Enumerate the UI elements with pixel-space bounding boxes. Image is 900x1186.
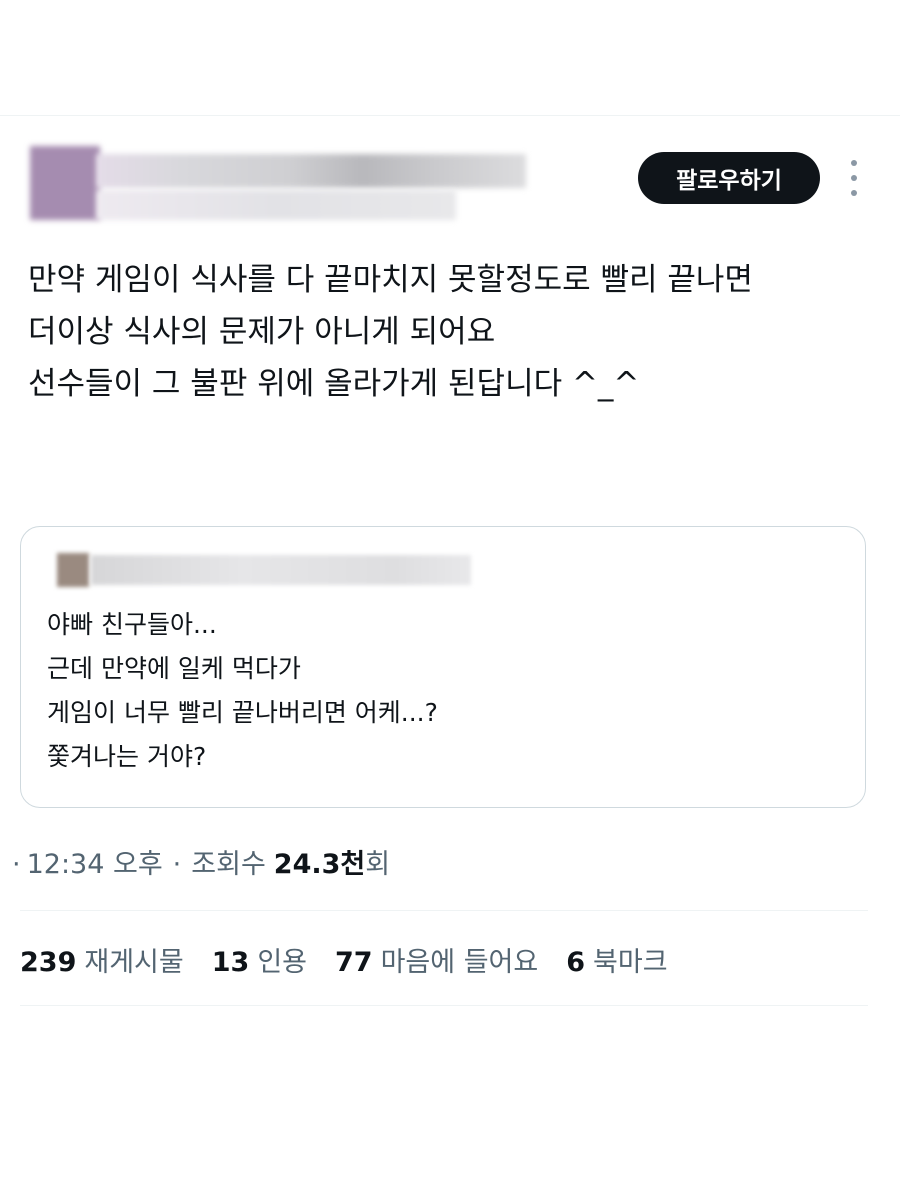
tweet-line: 만약 게임이 식사를 다 끝마치지 못할정도로 빨리 끝나면: [28, 262, 753, 298]
bookmarks-label: 북마크: [593, 947, 668, 978]
stats-divider: [20, 1005, 868, 1006]
reposts-stat[interactable]: 239 재게시물: [20, 940, 184, 979]
meta-separator: ·: [172, 849, 182, 880]
quotes-count: 13: [211, 947, 250, 978]
tweet-time[interactable]: 12:34 오후: [27, 842, 163, 881]
views-unit: 회: [365, 849, 391, 880]
tweet-line: 선수들이 그 불판 위에 올라가게 된답니다 ^_^: [28, 366, 640, 402]
views-label: 조회수: [191, 849, 266, 880]
tweet-text: 만약 게임이 식사를 다 끝마치지 못할정도로 빨리 끝나면 더이상 식사의 문…: [28, 254, 878, 410]
avatar: [30, 146, 100, 220]
quote-text: 야빠 친구들아... 근데 만약에 일케 먹다가 게임이 너무 빨리 끝나버리면…: [47, 603, 438, 779]
reposts-label: 재게시물: [84, 947, 184, 978]
quotes-label: 인용: [257, 947, 308, 978]
more-options-icon[interactable]: [840, 160, 868, 196]
follow-button[interactable]: 팔로우하기: [638, 152, 820, 204]
author-handle-blurred: [96, 190, 456, 220]
tweet-line: 더이상 식사의 문제가 아니게 되어요: [28, 314, 496, 350]
engagement-stats: 239 재게시물 13 인용 77 마음에 들어요 6 북마크: [20, 940, 696, 979]
reposts-count: 239: [20, 947, 77, 978]
more-dot: [851, 160, 857, 166]
quote-tweet-card[interactable]: 야빠 친구들아... 근데 만약에 일케 먹다가 게임이 너무 빨리 끝나버리면…: [20, 526, 866, 808]
quote-line: 게임이 너무 빨리 끝나버리면 어케...?: [47, 698, 438, 727]
tweet-meta: · 12:34 오후 · 조회수 24.3천 회: [12, 842, 390, 881]
quote-line: 야빠 친구들아...: [47, 610, 217, 639]
bookmarks-stat[interactable]: 6 북마크: [566, 940, 667, 979]
likes-label: 마음에 들어요: [380, 947, 539, 978]
views-count: 24.3천: [273, 849, 366, 880]
likes-stat[interactable]: 77 마음에 들어요: [335, 940, 538, 979]
more-dot: [851, 175, 857, 181]
meta-divider: [20, 910, 868, 911]
top-divider: [0, 115, 900, 116]
quote-avatar: [57, 553, 89, 587]
author-info-blurred: [8, 128, 568, 240]
bookmarks-count: 6: [566, 947, 586, 978]
quote-author-name-blurred: [91, 555, 471, 585]
quote-line: 쫓겨나는 거야?: [47, 742, 207, 771]
more-dot: [851, 190, 857, 196]
quote-line: 근데 만약에 일케 먹다가: [47, 654, 301, 683]
author-display-name-blurred: [96, 154, 526, 188]
quotes-stat[interactable]: 13 인용: [212, 940, 307, 979]
likes-count: 77: [335, 947, 373, 978]
meta-separator: ·: [12, 849, 21, 880]
quote-author-blurred: [45, 549, 475, 591]
